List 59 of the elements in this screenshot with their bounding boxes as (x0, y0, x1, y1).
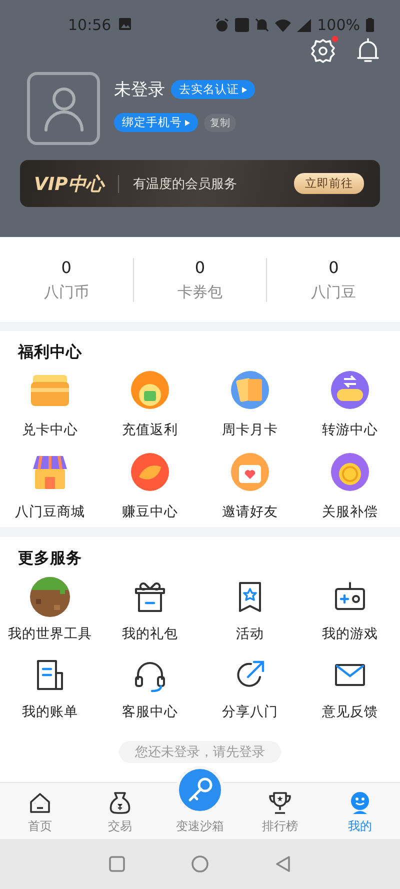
coin-icon (129, 369, 171, 411)
welfare-item[interactable]: 邀请好友 (200, 451, 300, 521)
welfare-item[interactable]: 充值返利 (100, 369, 200, 439)
muted-bell-icon (255, 18, 270, 32)
verify-button[interactable]: 去实名认证 (171, 80, 255, 99)
service-item[interactable]: 活动 (200, 577, 300, 643)
key-icon (187, 777, 213, 803)
stat-label[interactable]: 八门币 (44, 282, 89, 302)
service-item[interactable]: 我的世界工具 (0, 577, 100, 643)
heart-envelope-icon (229, 451, 271, 493)
welfare-item[interactable]: 赚豆中心 (100, 451, 200, 521)
home-icon (27, 790, 53, 816)
caret-icon (185, 120, 190, 126)
gamepad-icon (329, 369, 371, 411)
service-item[interactable]: 我的账单 (0, 655, 100, 721)
stat-label[interactable]: 八门豆 (311, 282, 356, 302)
welfare-item[interactable]: 周卡月卡 (200, 369, 300, 439)
wifi-icon (275, 18, 292, 32)
medal-coin-icon (329, 451, 371, 493)
image-icon (119, 18, 132, 30)
bean-icon (129, 451, 171, 493)
welfare-item[interactable]: 关服补偿 (300, 451, 400, 521)
home-circle-icon[interactable] (191, 855, 209, 873)
go-now-button[interactable]: 立即前往 (294, 173, 364, 194)
service-item[interactable]: 分享八门 (200, 655, 300, 721)
signal-icon (297, 18, 312, 32)
username: 未登录 (114, 79, 165, 101)
section-title: 更多服务 (18, 548, 83, 569)
cards-icon (229, 369, 271, 411)
service-item[interactable]: 我的游戏 (300, 577, 400, 643)
stat-value: 0 (328, 258, 339, 276)
back-icon[interactable] (275, 855, 291, 873)
caret-icon (242, 86, 247, 92)
status-time: 10:56 (68, 16, 112, 34)
service-item[interactable]: 我的礼包 (100, 577, 200, 643)
service-item[interactable]: 客服中心 (100, 655, 200, 721)
login-toast: 您还未登录，请先登录 (119, 740, 281, 762)
stat-label[interactable]: 卡券包 (178, 282, 222, 302)
welfare-item[interactable]: 兑卡中心 (0, 369, 100, 439)
stat-value: 0 (61, 258, 72, 276)
stat-value: 0 (194, 258, 206, 276)
settings-icon[interactable] (310, 38, 336, 64)
bind-phone-button[interactable]: 绑定手机号 (114, 113, 198, 132)
vip-title: VIP中心 (34, 172, 104, 196)
recents-icon[interactable] (109, 856, 125, 872)
notification-bell-icon[interactable] (356, 38, 380, 64)
copy-button[interactable]: 复制 (204, 114, 236, 132)
service-item[interactable]: 意见反馈 (300, 655, 400, 721)
money-bag-icon (107, 790, 133, 816)
person-icon (42, 86, 86, 132)
welfare-item[interactable]: 转游中心 (300, 369, 400, 439)
trophy-icon (267, 790, 293, 816)
section-title: 福利中心 (18, 342, 83, 363)
battery-icon (366, 18, 374, 32)
welfare-item[interactable]: 八门豆商城 (0, 451, 100, 521)
vip-slogan: 有温度的会员服务 (132, 176, 237, 192)
battery-percent: 100% (317, 16, 360, 34)
grass-block-icon (30, 577, 70, 617)
alarm-icon (215, 18, 230, 32)
